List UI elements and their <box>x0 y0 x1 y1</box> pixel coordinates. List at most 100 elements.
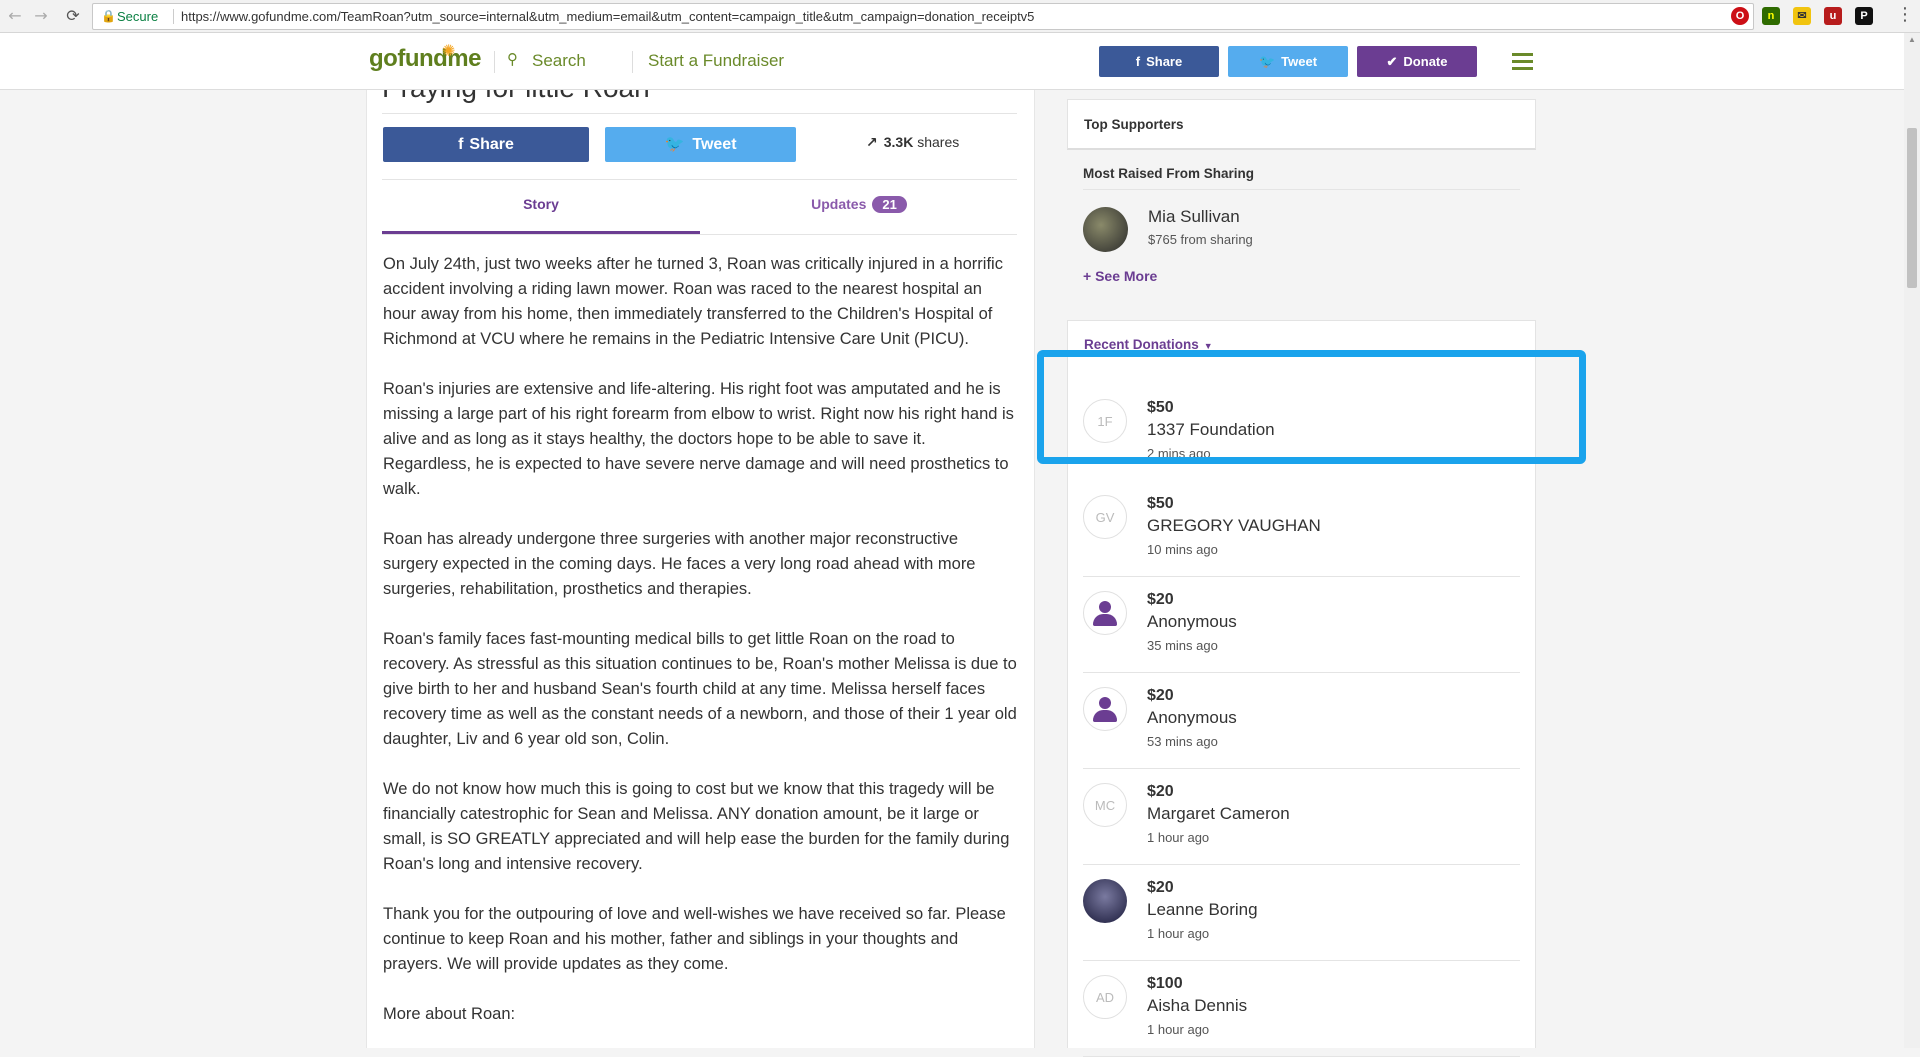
scrollbar-thumb[interactable] <box>1907 128 1917 288</box>
header-divider <box>494 51 495 73</box>
reload-icon[interactable]: ⟳ <box>62 5 84 27</box>
donation-time: 53 mins ago <box>1147 734 1218 749</box>
site-header: gofundme ✺ ⚲ Search Start a Fundraiser f… <box>0 33 1904 90</box>
secure-label: Secure <box>117 9 159 24</box>
divider <box>1083 189 1520 190</box>
top-sharer-name: Mia Sullivan <box>1148 207 1240 226</box>
top-sharer-detail: $765 from sharing <box>1148 232 1253 247</box>
header-donate-label: Donate <box>1403 54 1448 69</box>
top-supporters-title: Top Supporters <box>1084 117 1184 132</box>
donation-amount: $20 <box>1147 591 1174 608</box>
facebook-share-label: Share <box>469 136 514 153</box>
story-paragraph: On July 24th, just two weeks after he tu… <box>383 255 1003 348</box>
donation-amount: $50 <box>1147 495 1174 512</box>
see-more-link[interactable]: + See More <box>1083 268 1157 284</box>
donation-time: 35 mins ago <box>1147 638 1218 653</box>
story-paragraph: We do not know how much this is going to… <box>383 780 1010 873</box>
story-paragraph: Thank you for the outpouring of love and… <box>383 905 1006 973</box>
donation-time: 1 hour ago <box>1147 1022 1210 1037</box>
forward-arrow-icon[interactable]: → <box>30 5 52 27</box>
story-paragraph: Roan's injuries are extensive and life-a… <box>383 380 1014 498</box>
search-link[interactable]: Search <box>532 51 586 71</box>
see-more-label: See More <box>1095 268 1158 284</box>
story-paragraph: More about Roan: <box>383 1005 516 1023</box>
shares-label: shares <box>917 134 960 150</box>
hamburger-menu-icon[interactable] <box>1512 53 1533 74</box>
shares-number: 3.3K <box>883 134 914 150</box>
checkmark-icon: ✔ <box>1386 54 1398 69</box>
divider <box>382 179 1017 180</box>
header-donate-button[interactable]: ✔ Donate <box>1357 46 1477 77</box>
scroll-up-arrow-icon[interactable]: ▲ <box>1908 35 1916 44</box>
donation-time: 1 hour ago <box>1147 926 1210 941</box>
browser-menu-icon[interactable]: ⋮ <box>1896 4 1914 25</box>
donation-time: 1 hour ago <box>1147 830 1210 845</box>
donation-item: $20 Leanne Boring 1 hour ago <box>1083 865 1520 961</box>
anonymous-user-icon <box>1083 591 1127 635</box>
gofundme-logo[interactable]: gofundme <box>369 45 481 73</box>
pinterest-extension-icon[interactable]: P <box>1855 7 1873 25</box>
donation-amount: $20 <box>1147 687 1174 704</box>
donation-amount: $20 <box>1147 879 1174 896</box>
browser-toolbar: ← → ⟳ 🔒 Secure https://www.gofundme.com/… <box>0 0 1920 33</box>
donation-amount: $100 <box>1147 975 1183 992</box>
avatar: MC <box>1083 783 1127 827</box>
donor-name: Anonymous <box>1147 612 1237 631</box>
start-fundraiser-link[interactable]: Start a Fundraiser <box>648 51 784 71</box>
donation-item: GV $50 GREGORY VAUGHAN 10 mins ago <box>1083 481 1520 577</box>
highlight-box <box>1037 350 1586 464</box>
ublock-extension-icon[interactable]: u <box>1824 7 1842 25</box>
updates-count-badge: 21 <box>872 196 907 213</box>
mail-extension-icon[interactable]: ✉ <box>1793 7 1811 25</box>
tweet-button[interactable]: 🐦 Tweet <box>605 127 796 162</box>
opera-extension-icon[interactable]: O <box>1731 7 1749 25</box>
header-tweet-label: Tweet <box>1281 54 1318 69</box>
avatar <box>1083 879 1127 923</box>
donor-name: Aisha Dennis <box>1147 996 1248 1015</box>
donation-item: MC $20 Margaret Cameron 1 hour ago <box>1083 769 1520 865</box>
lock-icon: 🔒 <box>101 9 116 23</box>
notes-extension-icon[interactable]: n <box>1762 7 1780 25</box>
avatar: AD <box>1083 975 1127 1019</box>
facebook-icon: f <box>1135 54 1141 69</box>
logo-sun-icon: ✺ <box>442 43 456 60</box>
donor-name: Anonymous <box>1147 708 1237 727</box>
anonymous-user-icon <box>1083 687 1127 731</box>
avatar: GV <box>1083 495 1127 539</box>
address-bar[interactable]: 🔒 Secure https://www.gofundme.com/TeamRo… <box>92 3 1754 30</box>
story-paragraph: Roan has already undergone three surgeri… <box>383 530 976 598</box>
donor-name: Margaret Cameron <box>1147 804 1290 823</box>
donation-item: AD $100 Aisha Dennis 1 hour ago <box>1083 961 1520 1057</box>
divider <box>382 113 1017 114</box>
header-share-label: Share <box>1146 54 1183 69</box>
facebook-icon: f <box>458 136 464 153</box>
url-divider <box>173 9 174 24</box>
back-arrow-icon[interactable]: ← <box>4 5 26 27</box>
top-supporters-card: Top Supporters <box>1067 99 1536 150</box>
twitter-bird-icon: 🐦 <box>1258 54 1276 69</box>
header-share-button[interactable]: f Share <box>1099 46 1219 77</box>
shares-count: ↗ 3.3K shares <box>866 134 959 151</box>
story-paragraph: Roan's family faces fast-mounting medica… <box>383 630 1017 748</box>
facebook-share-button[interactable]: f Share <box>383 127 589 162</box>
most-raised-title: Most Raised From Sharing <box>1083 166 1255 181</box>
plus-icon: + <box>1083 268 1096 284</box>
tab-updates-label: Updates <box>811 196 867 212</box>
donation-item: $20 Anonymous 53 mins ago <box>1083 673 1520 769</box>
twitter-bird-icon: 🐦 <box>664 136 685 153</box>
url-text[interactable]: https://www.gofundme.com/TeamRoan?utm_so… <box>181 4 1034 29</box>
donation-time: 10 mins ago <box>1147 542 1218 557</box>
search-icon[interactable]: ⚲ <box>507 50 518 68</box>
divider <box>382 234 1017 235</box>
page-scrollbar[interactable]: ▲ <box>1904 33 1920 1048</box>
story-text: On July 24th, just two weeks after he tu… <box>383 252 1017 1052</box>
donor-name: Leanne Boring <box>1147 900 1258 919</box>
donor-name: GREGORY VAUGHAN <box>1147 516 1321 535</box>
tab-updates[interactable]: Updates 21 <box>700 196 1018 213</box>
tab-story[interactable]: Story <box>382 196 700 212</box>
header-divider <box>632 51 633 73</box>
avatar <box>1083 207 1128 252</box>
tweet-label: Tweet <box>692 136 737 153</box>
trending-up-icon: ↗ <box>866 135 878 151</box>
header-tweet-button[interactable]: 🐦 Tweet <box>1228 46 1348 77</box>
